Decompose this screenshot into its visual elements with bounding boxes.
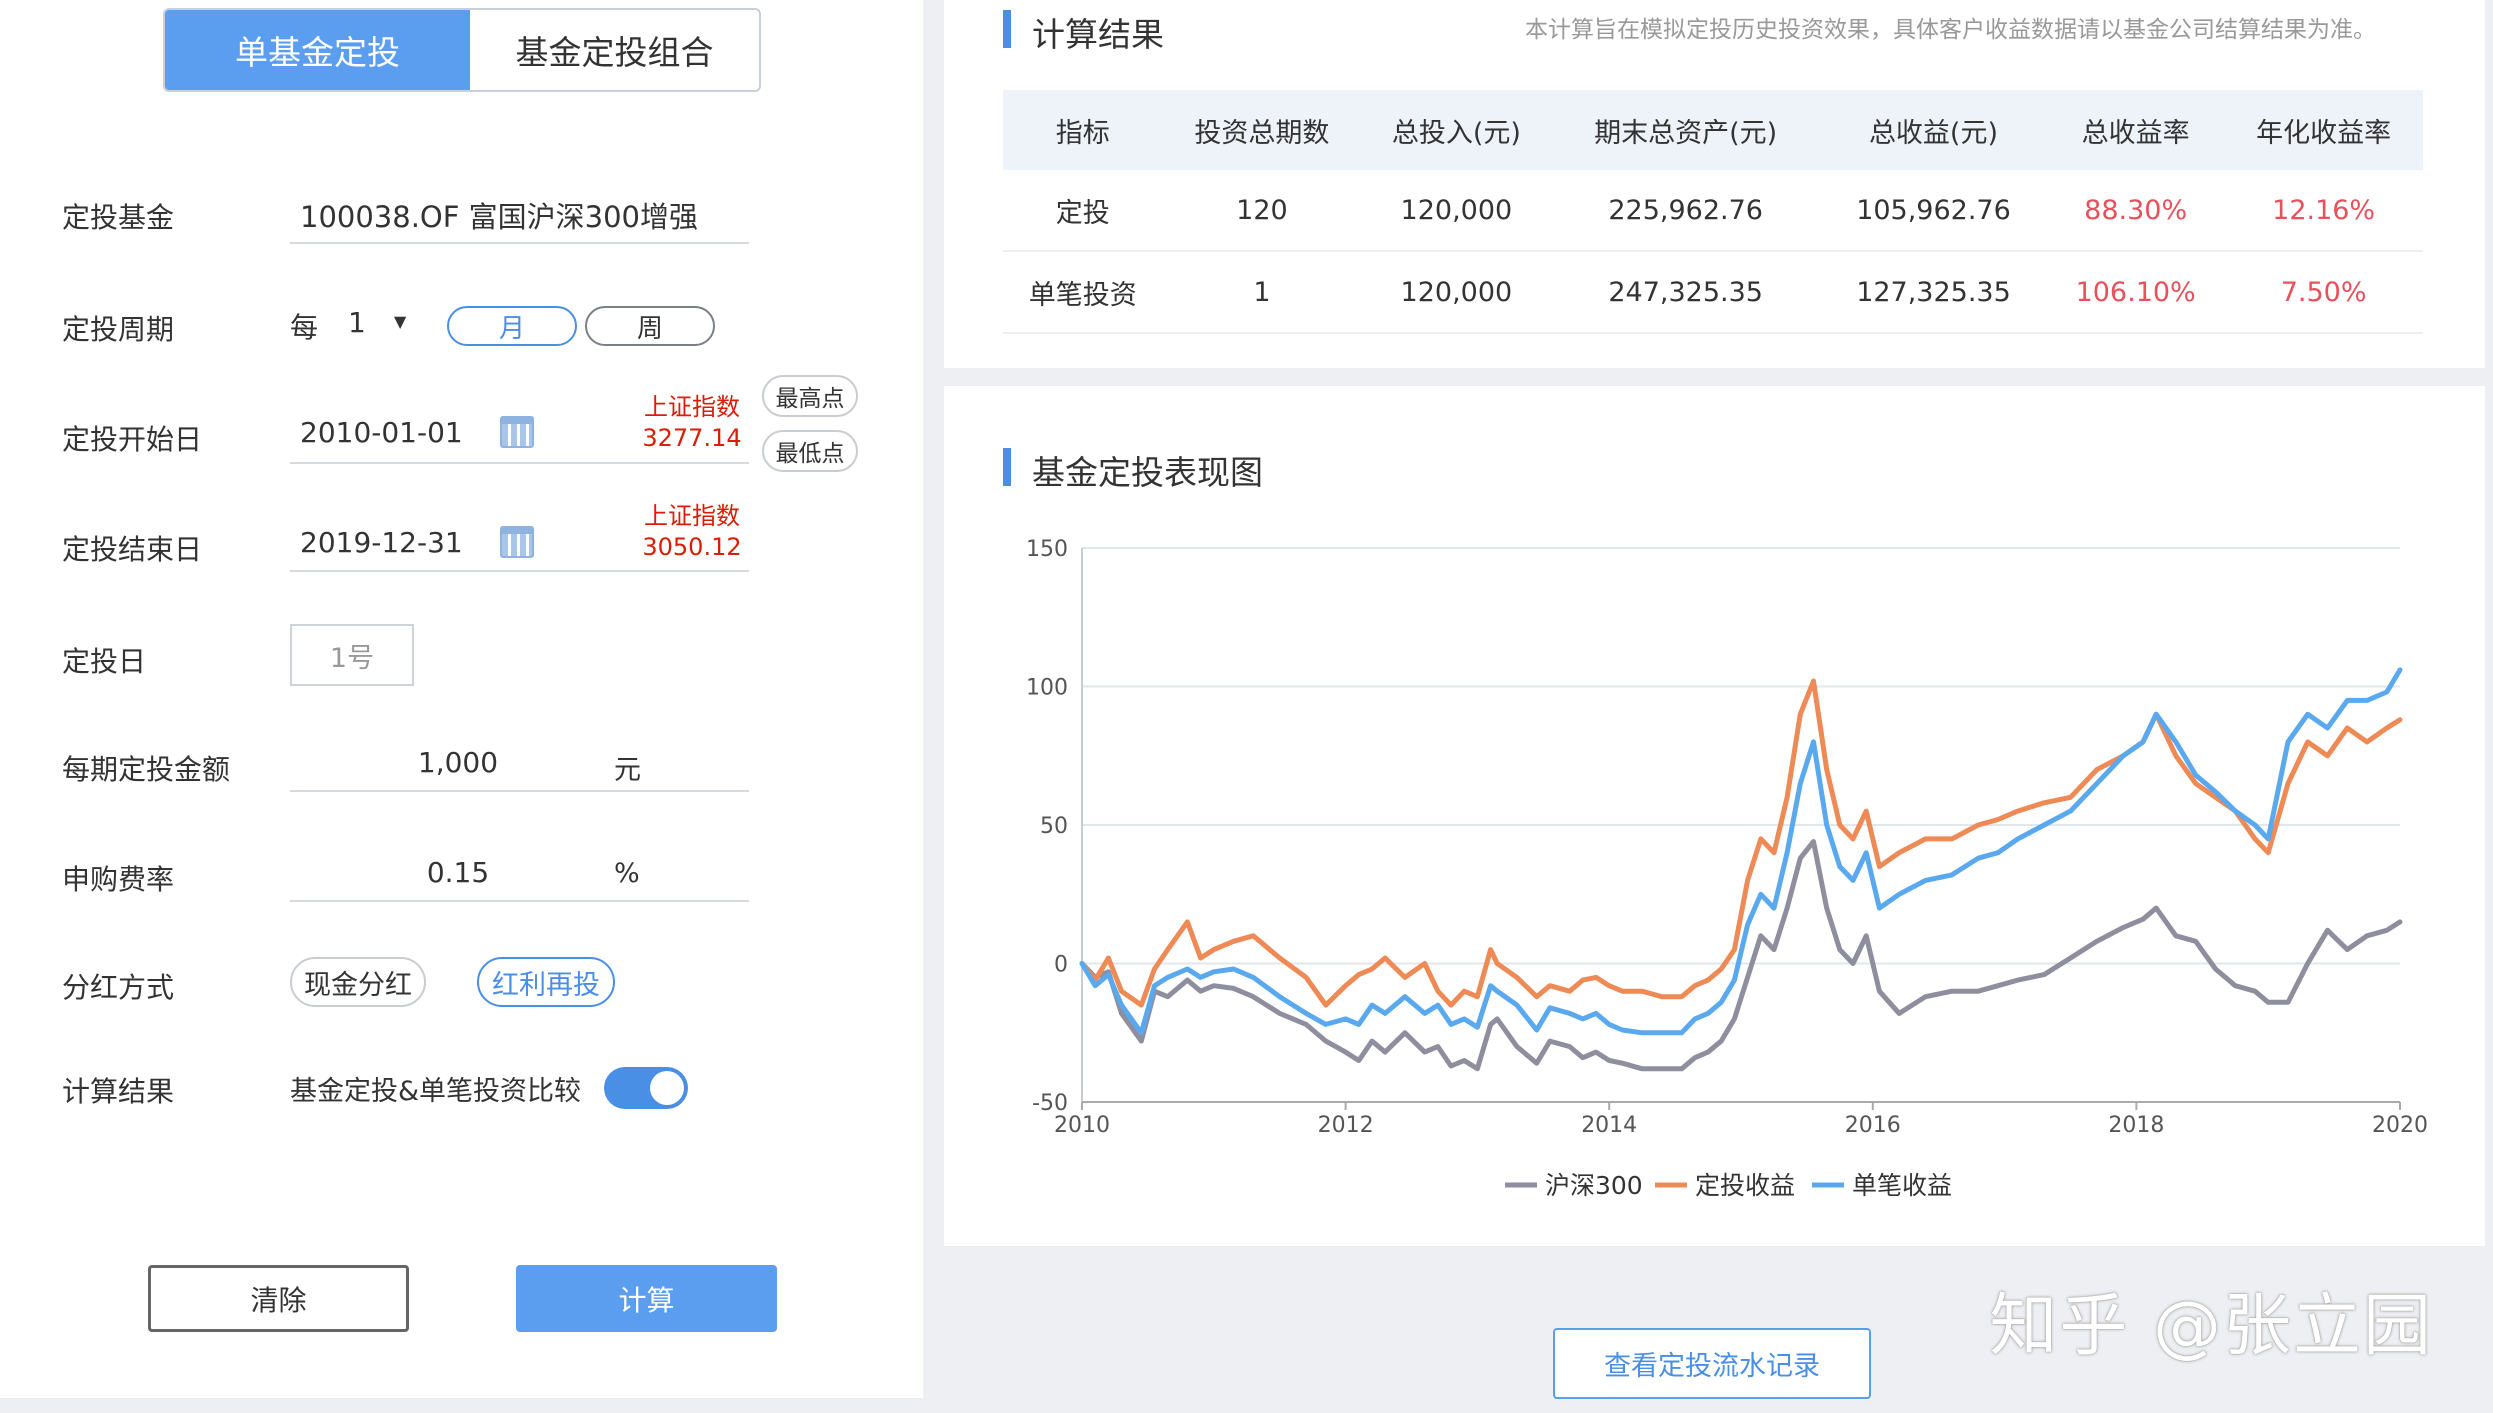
- table-row: 单笔投资 1 120,000 247,325.35 127,325.35 106…: [1003, 251, 2423, 334]
- table-row: 定投 120 120,000 225,962.76 105,962.76 88.…: [1003, 170, 2423, 252]
- end-index-name: 上证指数: [644, 502, 740, 530]
- header-total-input: 总投入(元): [1361, 90, 1552, 170]
- header-periods: 投资总期数: [1162, 90, 1362, 170]
- start-index-name: 上证指数: [644, 393, 740, 421]
- dividend-reinvest-button[interactable]: 红利再投: [477, 957, 615, 1007]
- period-month-button[interactable]: 月: [447, 306, 577, 346]
- chart-title: 基金定投表现图: [1032, 453, 1263, 492]
- lowest-point-button[interactable]: 最低点: [762, 430, 858, 472]
- period-week-button[interactable]: 周: [585, 306, 715, 346]
- x-tick-label: 2018: [2108, 1113, 2164, 1138]
- end-date-label: 定投结束日: [62, 533, 203, 566]
- header-total-profit: 总收益(元): [1819, 90, 2048, 170]
- amount-unit: 元: [614, 755, 641, 786]
- results-title: 计算结果: [1032, 15, 1164, 54]
- tab-single-fund[interactable]: 单基金定投: [165, 10, 470, 90]
- performance-line-chart: -50050100150 2010 2012 2014 2016 2018 2020 沪深…: [1026, 537, 2428, 1200]
- result-option-label: 计算结果: [62, 1075, 175, 1108]
- compare-toggle-label: 基金定投&单笔投资比较: [290, 1076, 582, 1107]
- end-index-info: 上证指数 3050.12: [628, 501, 756, 563]
- calculate-button[interactable]: 计算: [516, 1265, 777, 1332]
- header-indicator: 指标: [1003, 90, 1163, 170]
- amount-input[interactable]: 1,000: [290, 746, 626, 779]
- dividend-cash-button[interactable]: 现金分红: [290, 957, 426, 1007]
- period-every-text: 每: [290, 311, 319, 344]
- chart-title-bar: [1003, 448, 1011, 486]
- cell-indicator: 单笔投资: [1003, 251, 1163, 334]
- y-tick-label: 100: [1026, 676, 1068, 701]
- legend-label: 定投收益: [1695, 1171, 1795, 1200]
- end-index-value: 3050.12: [642, 533, 742, 561]
- end-date-input[interactable]: 2019-12-31: [300, 526, 463, 559]
- y-tick-label: 50: [1040, 814, 1068, 839]
- cell-annual-return: 12.16%: [2224, 170, 2423, 252]
- highest-point-button[interactable]: 最高点: [762, 375, 858, 417]
- x-tick-label: 2012: [1318, 1113, 1374, 1138]
- x-tick-label: 2020: [2372, 1113, 2428, 1138]
- period-label: 定投周期: [62, 313, 175, 346]
- results-title-bar: [1003, 10, 1011, 48]
- compare-toggle[interactable]: [604, 1067, 688, 1109]
- cell-total-input: 120,000: [1361, 170, 1552, 252]
- watermark: 知乎 @张立园: [1989, 1287, 2433, 1366]
- clear-button[interactable]: 清除: [148, 1265, 409, 1332]
- fee-unit: %: [614, 858, 640, 889]
- start-date-underline: [290, 462, 749, 464]
- fund-input[interactable]: 100038.OF 富国沪深300增强: [300, 194, 698, 236]
- start-calendar-icon[interactable]: [500, 416, 534, 448]
- end-calendar-icon[interactable]: [500, 526, 534, 558]
- header-annual-return: 年化收益率: [2224, 90, 2423, 170]
- cell-final-assets: 225,962.76: [1551, 170, 1820, 252]
- fund-label: 定投基金: [62, 201, 175, 234]
- cell-periods: 1: [1162, 251, 1362, 334]
- header-total-return: 总收益率: [2047, 90, 2225, 170]
- y-tick-label: 150: [1026, 537, 1068, 562]
- invest-day-input[interactable]: 1号: [290, 624, 414, 686]
- legend-label: 单笔收益: [1852, 1171, 1952, 1200]
- amount-label: 每期定投金额: [62, 753, 231, 786]
- start-index-value: 3277.14: [642, 424, 742, 452]
- period-number-select[interactable]: 1: [348, 306, 366, 339]
- end-date-underline: [290, 570, 749, 572]
- cell-indicator: 定投: [1003, 170, 1163, 252]
- start-date-label: 定投开始日: [62, 423, 203, 456]
- calculator-form-panel: 单基金定投 基金定投组合 定投基金 100038.OF 富国沪深300增强 定投…: [0, 0, 923, 1398]
- x-tick-label: 2014: [1581, 1113, 1637, 1138]
- tab-fund-portfolio[interactable]: 基金定投组合: [470, 10, 759, 90]
- x-tick-label: 2010: [1054, 1113, 1110, 1138]
- fee-label: 申购费率: [62, 863, 175, 896]
- cell-total-profit: 105,962.76: [1819, 170, 2048, 252]
- cell-total-return: 106.10%: [2047, 251, 2225, 334]
- invest-day-label: 定投日: [62, 645, 147, 678]
- results-note: 本计算旨在模拟定投历史投资效果，具体客户收益数据请以基金公司结算结果为准。: [1525, 17, 2376, 43]
- dropdown-arrow-icon[interactable]: ▼: [394, 312, 406, 331]
- cell-total-input: 120,000: [1361, 251, 1552, 334]
- series-line-3: [1079, 667, 2403, 1036]
- cell-total-return: 88.30%: [2047, 170, 2225, 252]
- toggle-knob: [650, 1071, 684, 1105]
- fee-input[interactable]: 0.15: [290, 856, 626, 889]
- cell-total-profit: 127,325.35: [1819, 251, 2048, 334]
- mode-tabs: 单基金定投 基金定投组合: [163, 8, 761, 92]
- dividend-label: 分红方式: [62, 971, 175, 1004]
- fund-underline: [290, 242, 749, 244]
- cell-annual-return: 7.50%: [2224, 251, 2423, 334]
- view-flow-records-button[interactable]: 查看定投流水记录: [1553, 1328, 1871, 1399]
- x-tick-label: 2016: [1845, 1113, 1901, 1138]
- results-header-row: 指标 投资总期数 总投入(元) 期末总资产(元) 总收益(元) 总收益率 年化收…: [1003, 90, 2423, 170]
- fee-underline: [290, 900, 749, 902]
- legend-label: 沪深300: [1545, 1171, 1643, 1200]
- start-date-input[interactable]: 2010-01-01: [300, 416, 463, 449]
- header-final-assets: 期末总资产(元): [1551, 90, 1820, 170]
- results-table: 指标 投资总期数 总投入(元) 期末总资产(元) 总收益(元) 总收益率 年化收…: [1003, 90, 2423, 334]
- amount-underline: [290, 790, 749, 792]
- start-index-info: 上证指数 3277.14: [628, 392, 756, 454]
- cell-periods: 120: [1162, 170, 1362, 252]
- y-tick-label: 0: [1054, 953, 1068, 978]
- cell-final-assets: 247,325.35: [1551, 251, 1820, 334]
